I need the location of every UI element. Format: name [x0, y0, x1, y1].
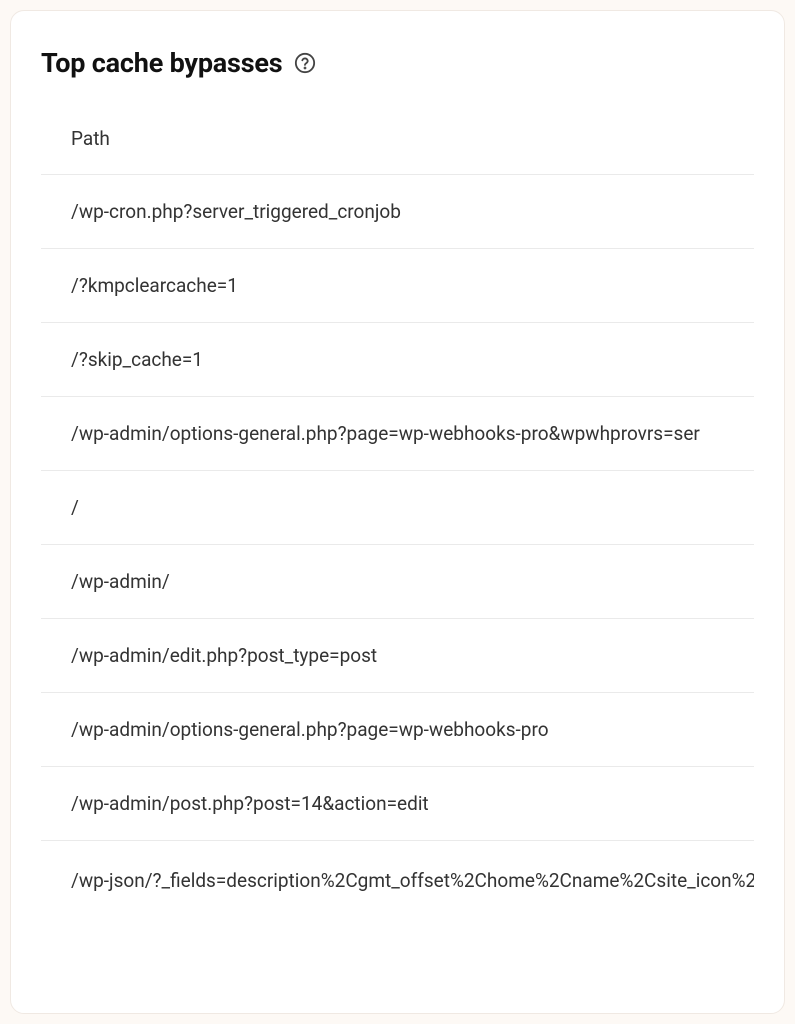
table-row: /wp-json/?_fields=description%2Cgmt_offs…	[41, 841, 754, 913]
table-row: /?skip_cache=1	[41, 323, 754, 397]
path-cell: /	[71, 496, 754, 519]
path-cell: /wp-admin/	[71, 570, 754, 593]
table-row: /wp-admin/options-general.php?page=wp-we…	[41, 397, 754, 471]
path-cell: /wp-admin/edit.php?post_type=post	[71, 644, 754, 667]
path-cell: /wp-admin/options-general.php?page=wp-we…	[71, 718, 754, 741]
path-cell: /wp-admin/options-general.php?page=wp-we…	[71, 422, 754, 445]
path-cell: /wp-admin/post.php?post=14&action=edit	[71, 792, 754, 815]
path-cell: /wp-cron.php?server_triggered_cronjob	[71, 200, 754, 223]
table-row: /	[41, 471, 754, 545]
table-row: /wp-admin/post.php?post=14&action=edit	[41, 767, 754, 841]
page-title: Top cache bypasses	[41, 47, 282, 79]
cache-bypasses-card: Top cache bypasses Path /wp-cron.php?ser…	[10, 10, 785, 1014]
title-row: Top cache bypasses	[41, 47, 754, 79]
table-row: /wp-admin/	[41, 545, 754, 619]
path-cell: /wp-json/?_fields=description%2Cgmt_offs…	[71, 866, 754, 895]
table-header-row: Path	[41, 109, 754, 175]
path-cell: /?kmpclearcache=1	[71, 274, 754, 297]
table-row: /?kmpclearcache=1	[41, 249, 754, 323]
table-row: /wp-admin/edit.php?post_type=post	[41, 619, 754, 693]
table-row: /wp-cron.php?server_triggered_cronjob	[41, 175, 754, 249]
path-cell: /?skip_cache=1	[71, 348, 754, 371]
help-icon[interactable]	[294, 52, 316, 74]
table-scroll[interactable]: Path /wp-cron.php?server_triggered_cronj…	[41, 109, 754, 993]
table: Path /wp-cron.php?server_triggered_cronj…	[41, 109, 754, 913]
table-row: /wp-admin/options-general.php?page=wp-we…	[41, 693, 754, 767]
column-header-path: Path	[71, 127, 754, 150]
